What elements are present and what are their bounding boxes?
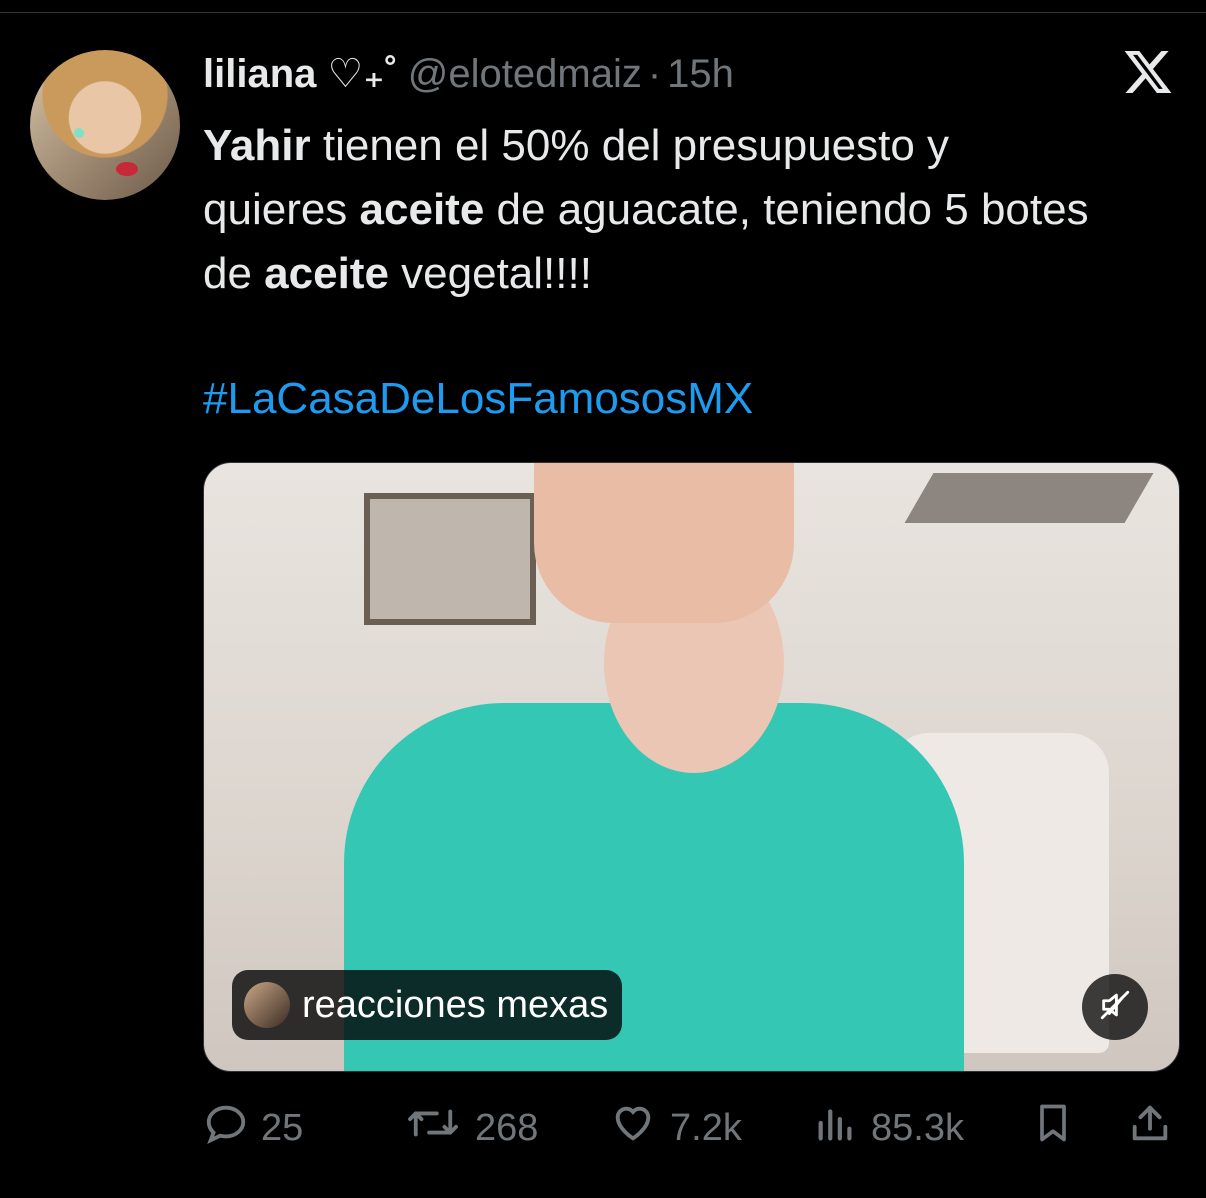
avatar-detail bbox=[116, 162, 138, 176]
retweet-count: 268 bbox=[475, 1106, 539, 1149]
tweet-text-segment: Yahir bbox=[203, 121, 311, 170]
like-count: 7.2k bbox=[670, 1106, 742, 1149]
share-button[interactable] bbox=[1127, 1098, 1185, 1158]
tweet-text-segment: aceite bbox=[359, 185, 485, 234]
tweet-actions: 25 268 7.2k 85.3k bbox=[203, 1098, 1178, 1158]
author-avatar[interactable] bbox=[30, 50, 180, 200]
mute-button[interactable] bbox=[1082, 974, 1148, 1040]
video-source-badge[interactable]: reacciones mexas bbox=[232, 970, 623, 1040]
video-frame-arms bbox=[534, 463, 794, 623]
bookmark-button[interactable] bbox=[1031, 1098, 1087, 1158]
reply-count: 25 bbox=[261, 1106, 304, 1149]
video-frame-shelf bbox=[364, 493, 536, 625]
separator-dot: · bbox=[647, 51, 662, 96]
like-button[interactable]: 7.2k bbox=[608, 1098, 742, 1158]
share-icon bbox=[1127, 1100, 1185, 1156]
x-logo-icon bbox=[1122, 46, 1174, 98]
author-handle[interactable]: @elotedmaiz bbox=[408, 52, 642, 97]
avatar-sticker bbox=[74, 128, 84, 138]
bookmark-icon bbox=[1031, 1100, 1087, 1156]
tweet-header: liliana ♡₊˚ @elotedmaiz · 15h bbox=[203, 50, 734, 98]
views-button[interactable]: 85.3k bbox=[813, 1098, 964, 1158]
views-icon bbox=[813, 1100, 871, 1156]
mute-icon bbox=[1098, 988, 1132, 1027]
source-avatar bbox=[244, 982, 290, 1028]
tweet-text-segment: vegetal!!!! bbox=[388, 249, 592, 298]
views-count: 85.3k bbox=[871, 1106, 964, 1149]
author-name[interactable]: liliana ♡₊˚ bbox=[203, 51, 398, 97]
tweet-text: Yahir tienen el 50% del presupuesto y qu… bbox=[203, 114, 1103, 306]
reply-icon bbox=[203, 1100, 261, 1156]
video-frame-shelf bbox=[904, 473, 1154, 523]
like-icon bbox=[608, 1100, 670, 1156]
retweet-button[interactable]: 268 bbox=[403, 1098, 538, 1158]
hashtag-link[interactable]: #LaCasaDeLosFamososMX bbox=[203, 374, 753, 424]
retweet-icon bbox=[403, 1100, 475, 1156]
avatar-sticker bbox=[176, 168, 180, 180]
top-divider bbox=[0, 0, 1206, 13]
source-label: reacciones mexas bbox=[302, 983, 609, 1026]
tweet-time[interactable]: 15h bbox=[667, 52, 734, 97]
tweet-text-segment: aceite bbox=[264, 249, 389, 298]
reply-button[interactable]: 25 bbox=[203, 1098, 303, 1158]
